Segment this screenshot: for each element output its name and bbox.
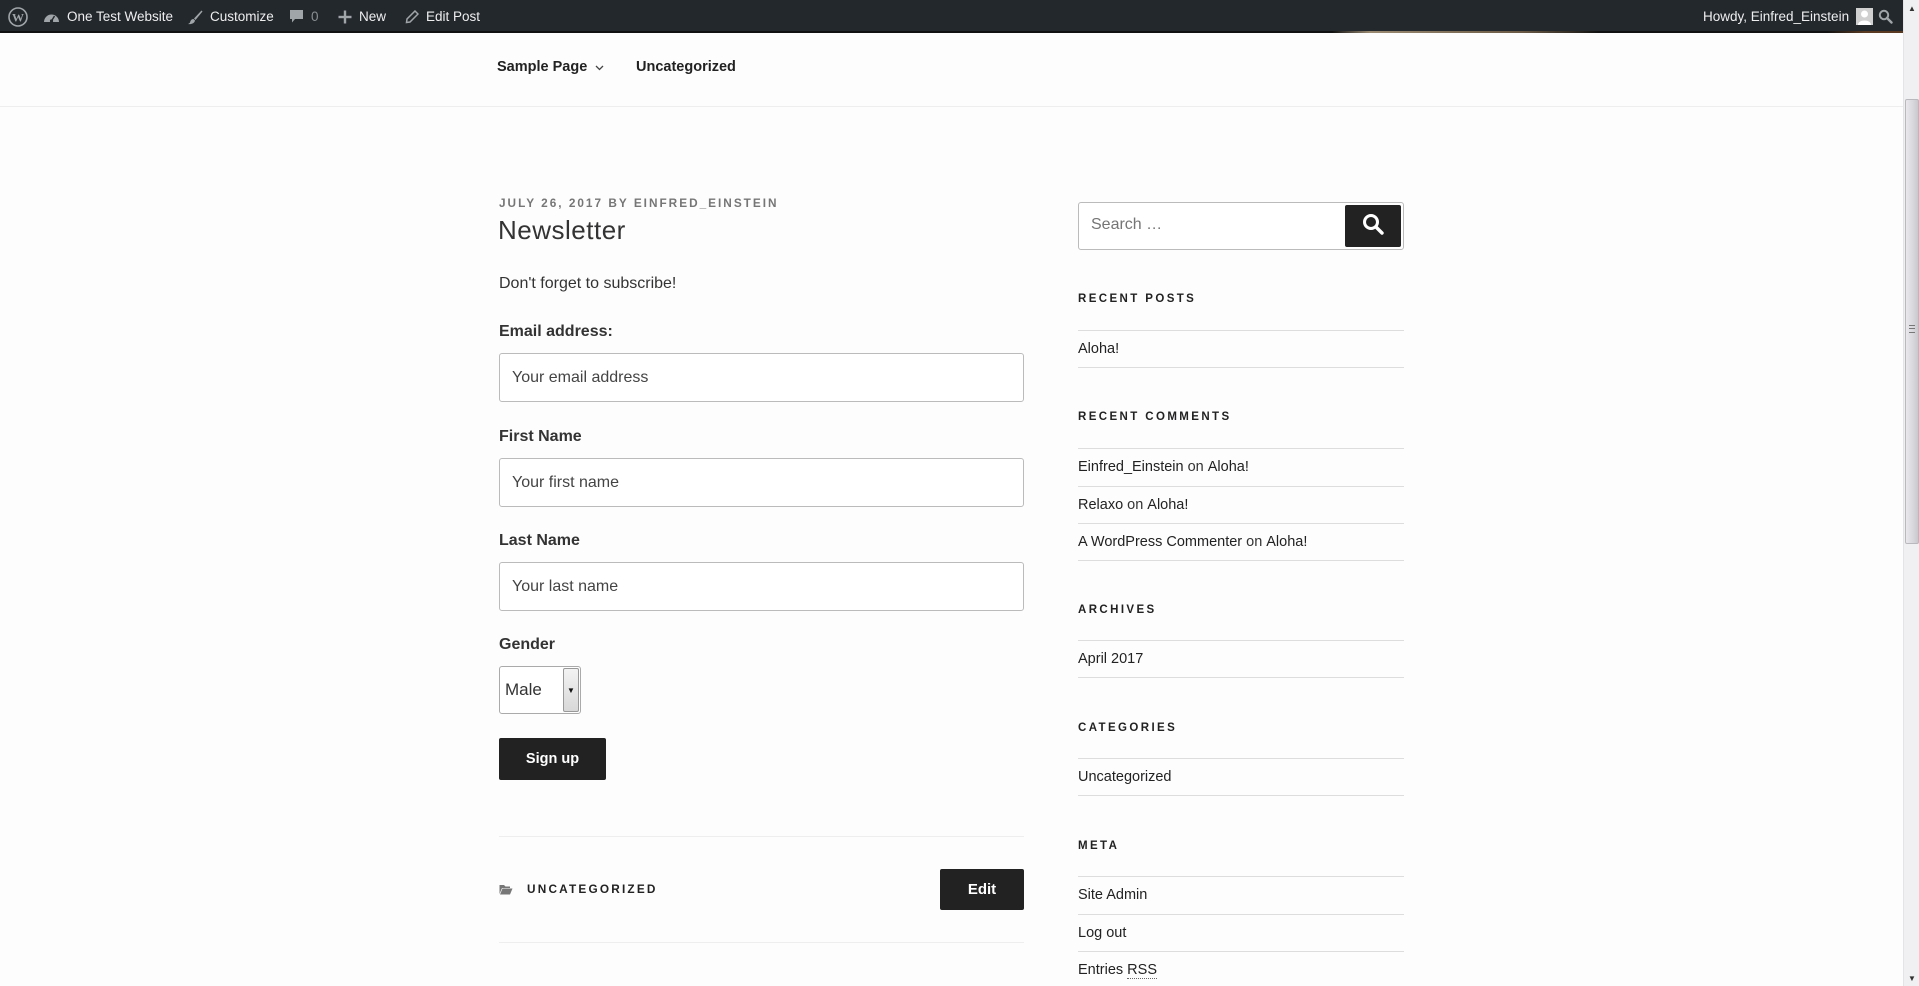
chevron-down-icon <box>595 63 604 74</box>
search-icon <box>1878 9 1893 24</box>
comments-link[interactable]: 0 <box>289 0 319 33</box>
new-content-menu[interactable]: New <box>338 0 386 33</box>
search-icon <box>1362 213 1384 240</box>
howdy-label: Howdy, Einfred_Einstein <box>1703 9 1850 24</box>
dropdown-arrow-icon[interactable]: ▼ <box>563 668 579 712</box>
last-name-field[interactable] <box>499 562 1024 611</box>
meta-list: Site Admin Log out Entries RSS <box>1078 876 1404 986</box>
comment-author-link[interactable]: A WordPress Commenter <box>1078 534 1242 550</box>
comments-count: 0 <box>311 9 319 24</box>
wordpress-logo-icon: W <box>8 6 28 27</box>
post-categories: Uncategorized <box>499 882 658 896</box>
list-item: A WordPress Commenter on Aloha! <box>1078 523 1404 561</box>
post-date[interactable]: July 26, 2017 <box>499 196 603 210</box>
svg-text:W: W <box>12 10 24 24</box>
list-item[interactable]: Log out <box>1078 913 1404 952</box>
wp-logo-menu[interactable]: W <box>8 0 28 33</box>
comment-on-text: on <box>1246 533 1263 550</box>
widget-title-recent-comments: Recent Comments <box>1078 411 1232 423</box>
widget-title-categories: Categories <box>1078 722 1178 734</box>
comment-post-link[interactable]: Aloha! <box>1147 497 1188 513</box>
scrollbar-thumb[interactable] <box>1905 99 1919 544</box>
recent-posts-list: Aloha! <box>1078 330 1404 368</box>
admin-bar: W One Test Website Customize 0 New Edit … <box>0 0 1903 33</box>
log-out-link[interactable]: Log out <box>1078 925 1126 941</box>
post-title: Newsletter <box>498 215 626 245</box>
list-item[interactable]: Aloha! <box>1078 330 1404 368</box>
new-label: New <box>359 9 387 24</box>
first-name-label: First Name <box>499 428 582 445</box>
email-field[interactable] <box>499 353 1024 402</box>
folder-open-icon <box>499 884 513 895</box>
nav-item-label: Uncategorized <box>636 59 736 75</box>
search-input[interactable] <box>1091 216 1331 234</box>
gender-label: Gender <box>499 636 556 653</box>
gender-select[interactable]: Male ▼ <box>499 666 581 714</box>
archive-link[interactable]: April 2017 <box>1078 651 1143 667</box>
my-account-menu[interactable]: Howdy, Einfred_Einstein <box>1703 0 1874 33</box>
dashboard-icon <box>43 10 60 24</box>
post-author[interactable]: Einfred_Einstein <box>634 196 779 210</box>
list-item[interactable]: Site Admin <box>1078 876 1404 914</box>
widget-title-archives: Archives <box>1078 604 1157 616</box>
nav-item-uncategorized[interactable]: Uncategorized <box>636 59 736 75</box>
comment-author-link[interactable]: Einfred_Einstein <box>1078 459 1184 475</box>
widget-title-meta: Meta <box>1078 840 1120 852</box>
nav-item-label: Sample Page <box>497 59 588 75</box>
grip-icon <box>1909 325 1915 333</box>
comment-post-link[interactable]: Aloha! <box>1208 459 1249 475</box>
list-item: Einfred_Einstein on Aloha! <box>1078 448 1404 486</box>
main-navigation: Sample Page Uncategorized <box>0 33 1903 107</box>
rss-abbr: RSS <box>1127 962 1157 980</box>
recent-post-link[interactable]: Aloha! <box>1078 341 1119 357</box>
comment-author: Relaxo <box>1078 496 1124 513</box>
customize-link[interactable]: Customize <box>187 0 274 33</box>
post-intro: Don't forget to subscribe! <box>499 275 677 292</box>
site-admin-link[interactable]: Site Admin <box>1078 887 1147 903</box>
pencil-icon <box>405 9 419 24</box>
avatar <box>1856 8 1874 25</box>
post-by: by <box>608 196 629 210</box>
post-meta: July 26, 2017 by Einfred_Einstein <box>499 196 779 210</box>
archives-list: April 2017 <box>1078 640 1404 678</box>
categories-list: Uncategorized <box>1078 758 1404 796</box>
comment-on-text: on <box>1127 496 1144 513</box>
entries-text: Entries <box>1078 962 1124 979</box>
site-name: One Test Website <box>67 9 174 24</box>
widget-title-recent-posts: Recent Posts <box>1078 293 1197 305</box>
category-link[interactable]: Uncategorized <box>1078 769 1172 785</box>
list-item[interactable]: April 2017 <box>1078 640 1404 678</box>
comment-post-link[interactable]: Aloha! <box>1266 534 1307 550</box>
comment-icon <box>289 9 304 24</box>
nav-item-sample-page[interactable]: Sample Page <box>497 59 604 75</box>
customize-label: Customize <box>210 9 274 24</box>
comment-on-text: on <box>1187 459 1204 476</box>
divider <box>499 942 1024 943</box>
last-name-label: Last Name <box>499 532 580 549</box>
email-label: Email address: <box>499 323 613 340</box>
edit-post-link[interactable]: Edit Post <box>405 0 480 33</box>
entries-rss-link[interactable]: Entries RSS <box>1078 962 1157 980</box>
plus-icon <box>338 10 352 24</box>
first-name-field[interactable] <box>499 458 1024 507</box>
scroll-up-arrow-icon[interactable]: ▲ <box>1904 0 1919 16</box>
sign-up-button[interactable]: Sign up <box>499 738 606 780</box>
scroll-down-arrow-icon[interactable]: ▼ <box>1904 970 1919 986</box>
list-item: Relaxo on Aloha! <box>1078 485 1404 524</box>
edit-post-label: Edit Post <box>426 9 481 24</box>
site-name-menu[interactable]: One Test Website <box>43 0 173 33</box>
sidebar-search <box>1078 202 1404 250</box>
edit-post-button[interactable]: Edit <box>940 869 1024 910</box>
post-category-link[interactable]: Uncategorized <box>527 882 658 896</box>
list-item[interactable]: Uncategorized <box>1078 758 1404 796</box>
divider <box>499 836 1024 837</box>
search-submit-button[interactable] <box>1345 205 1401 247</box>
recent-comments-list: Einfred_Einstein on Aloha! Relaxo on Aloha! … <box>1078 448 1404 561</box>
page-scrollbar[interactable]: ▲ ▼ <box>1903 0 1919 986</box>
admin-search-button[interactable] <box>1878 0 1893 33</box>
paintbrush-icon <box>187 9 203 25</box>
list-item[interactable]: Entries RSS <box>1078 951 1404 986</box>
gender-value: Male <box>505 680 542 699</box>
